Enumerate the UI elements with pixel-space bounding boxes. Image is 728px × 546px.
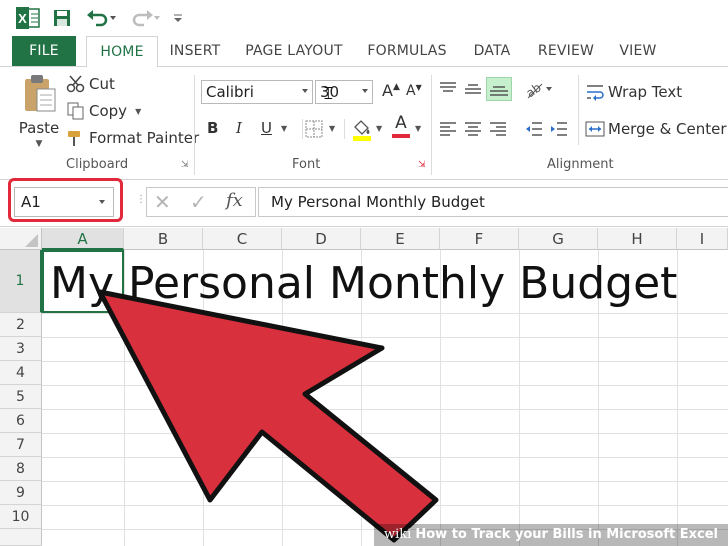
pointer-arrow-annotation: [97, 289, 439, 543]
watermark-brand: wiki: [384, 527, 412, 542]
watermark: wiki How to Track your Bills in Microsoft…: [374, 524, 728, 546]
red-arrow-icon: [97, 289, 439, 543]
watermark-text: How to Track your Bills in Microsoft Exc…: [415, 527, 718, 542]
